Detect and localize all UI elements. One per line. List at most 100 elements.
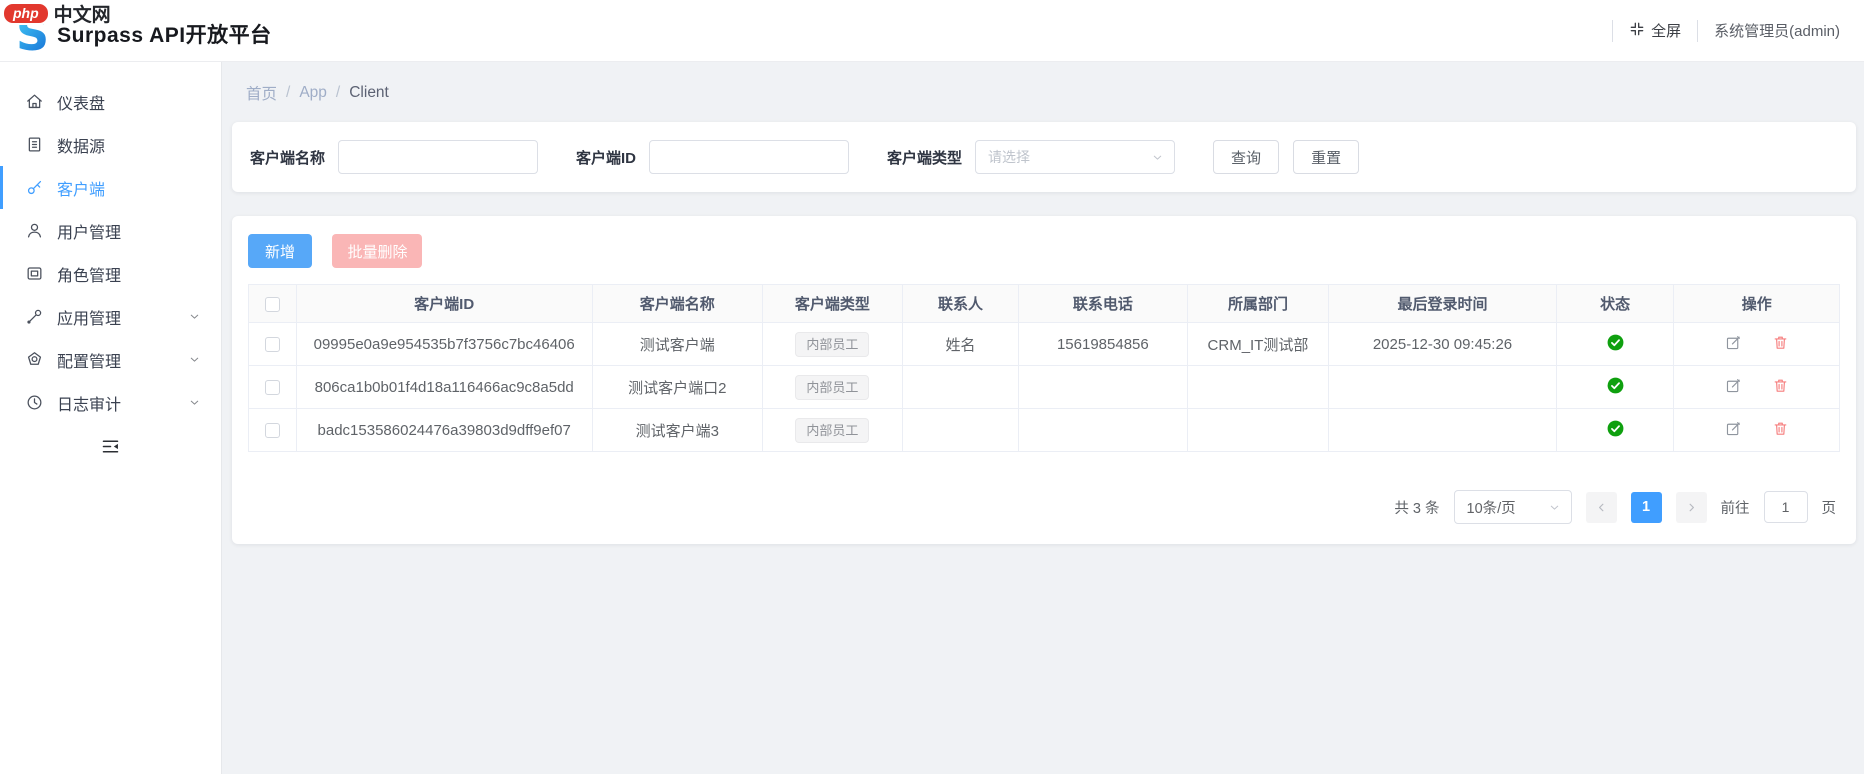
client-id-group: 客户端ID [576, 140, 850, 174]
breadcrumb-separator: / [286, 84, 291, 101]
delete-icon[interactable] [1772, 377, 1789, 394]
pagination: 共 3 条 10条/页 1 前往 页 [248, 490, 1840, 528]
client-type-tag: 内部员工 [795, 331, 870, 357]
col-phone: 联系电话 [1018, 284, 1188, 323]
goto-page-input[interactable] [1763, 491, 1808, 523]
sidebar-item-roles[interactable]: 角色管理 [0, 252, 221, 295]
sidebar-item-label: 角色管理 [57, 267, 122, 285]
add-button[interactable]: 新增 [248, 234, 313, 268]
sidebar-item-label: 日志审计 [57, 396, 122, 414]
header-right: 全屏 系统管理员(admin) [1612, 19, 1840, 42]
prev-page-button[interactable] [1585, 491, 1617, 523]
page-size-select[interactable]: 10条/页 [1453, 490, 1572, 524]
sidebar-item-label: 仪表盘 [57, 95, 106, 113]
sidebar-item-users[interactable]: 用户管理 [0, 209, 221, 252]
table-toolbar: 新增 批量删除 [248, 234, 1840, 268]
sidebar-item-label: 应用管理 [57, 310, 122, 328]
cell-client-id: 09995e0a9e954535b7f3756c7bc46406 [295, 322, 593, 366]
row-checkbox[interactable] [264, 423, 280, 439]
client-type-select[interactable]: 请选择 [975, 140, 1176, 174]
chevron-down-icon [1151, 151, 1164, 164]
sidebar-collapse-button[interactable] [0, 436, 221, 462]
sidebar-item-dashboard[interactable]: 仪表盘 [0, 80, 221, 123]
delete-icon[interactable] [1772, 420, 1789, 437]
cell-last-login: 2025-12-30 09:45:26 [1328, 322, 1557, 366]
total-count: 共 3 条 [1394, 500, 1440, 517]
sidebar: 仪表盘 数据源 客户端 用户管理 角色管理 应用管理 配置管理 日志审计 [0, 62, 222, 774]
breadcrumb: 首页 / App / Client [232, 62, 1856, 104]
client-id-label: 客户端ID [576, 149, 637, 167]
status-enabled-icon [1606, 377, 1625, 399]
chevron-down-icon [188, 353, 201, 366]
chevron-down-icon [188, 396, 201, 409]
sidebar-item-apps[interactable]: 应用管理 [0, 295, 221, 338]
col-contact: 联系人 [901, 284, 1020, 323]
cell-phone [1018, 365, 1188, 409]
table-header-row: 客户端ID 客户端名称 客户端类型 联系人 联系电话 所属部门 最后登录时间 状… [248, 284, 1840, 323]
php-badge: php [2, 2, 50, 25]
table-row: 09995e0a9e954535b7f3756c7bc46406 测试客户端 内… [248, 322, 1840, 366]
client-name-group: 客户端名称 [250, 140, 539, 174]
next-page-button[interactable] [1675, 491, 1707, 523]
home-icon [25, 92, 44, 111]
delete-icon[interactable] [1772, 334, 1789, 351]
sidebar-item-datasource[interactable]: 数据源 [0, 123, 221, 166]
fullscreen-label: 全屏 [1651, 23, 1682, 40]
datasource-icon [25, 135, 44, 154]
status-enabled-icon [1606, 334, 1625, 356]
main-content: 首页 / App / Client 客户端名称 客户端ID 客户端类型 请选择 [222, 62, 1864, 774]
app-header: php 中文网 S Surpass API开放平台 全屏 系统管理员(admin… [0, 0, 1864, 62]
client-id-input[interactable] [649, 140, 850, 174]
site-watermark: php 中文网 [2, 0, 111, 27]
wrench-icon [25, 307, 44, 326]
fullscreen-button[interactable]: 全屏 [1629, 20, 1681, 41]
cell-phone: 15619854856 [1018, 322, 1188, 366]
cell-last-login [1328, 408, 1557, 452]
col-last-login: 最后登录时间 [1328, 284, 1557, 323]
breadcrumb-app[interactable]: App [299, 84, 327, 102]
header-divider [1612, 19, 1614, 42]
client-type-group: 客户端类型 请选择 [887, 140, 1176, 174]
client-type-tag: 内部员工 [795, 374, 870, 400]
cell-dept: CRM_IT测试部 [1186, 322, 1330, 366]
cell-contact [901, 408, 1020, 452]
row-checkbox[interactable] [264, 337, 280, 353]
col-client-id: 客户端ID [295, 284, 593, 323]
sidebar-item-label: 数据源 [57, 138, 106, 156]
reset-button[interactable]: 重置 [1293, 140, 1360, 174]
sidebar-item-label: 用户管理 [57, 224, 122, 242]
sidebar-item-audit[interactable]: 日志审计 [0, 381, 221, 424]
edit-icon[interactable] [1725, 377, 1742, 394]
search-panel: 客户端名称 客户端ID 客户端类型 请选择 查询 重置 [232, 122, 1856, 192]
sidebar-item-label: 客户端 [57, 181, 106, 199]
collapse-icon [100, 436, 121, 462]
sidebar-item-config[interactable]: 配置管理 [0, 338, 221, 381]
page-number-current[interactable]: 1 [1630, 491, 1662, 523]
select-all-checkbox[interactable] [264, 296, 280, 312]
clock-icon [25, 393, 44, 412]
col-client-type: 客户端类型 [761, 284, 903, 323]
edit-icon[interactable] [1725, 420, 1742, 437]
cell-dept [1186, 408, 1330, 452]
cell-client-id: badc153586024476a39803d9dff9ef07 [295, 408, 593, 452]
breadcrumb-home[interactable]: 首页 [246, 82, 277, 104]
client-name-label: 客户端名称 [250, 149, 326, 167]
client-type-tag: 内部员工 [795, 417, 870, 443]
status-enabled-icon [1606, 420, 1625, 442]
current-user[interactable]: 系统管理员(admin) [1714, 20, 1840, 41]
sidebar-item-label: 配置管理 [57, 353, 122, 371]
cell-client-name: 测试客户端3 [591, 408, 763, 452]
watermark-site-label: 中文网 [53, 5, 111, 26]
client-table-panel: 新增 批量删除 客户端ID 客户端名称 客户端类型 联系人 联系电话 所属部门 … [232, 216, 1856, 544]
edit-icon[interactable] [1725, 334, 1742, 351]
client-type-label: 客户端类型 [887, 149, 963, 167]
client-name-input[interactable] [338, 140, 539, 174]
batch-delete-button[interactable]: 批量删除 [332, 234, 423, 268]
fullscreen-icon [1629, 21, 1645, 41]
page-size-value: 10条/页 [1466, 500, 1516, 517]
row-checkbox[interactable] [264, 380, 280, 396]
query-button[interactable]: 查询 [1213, 140, 1280, 174]
page-unit-label: 页 [1821, 500, 1837, 517]
sidebar-item-client[interactable]: 客户端 [0, 166, 221, 209]
col-actions: 操作 [1673, 284, 1840, 323]
